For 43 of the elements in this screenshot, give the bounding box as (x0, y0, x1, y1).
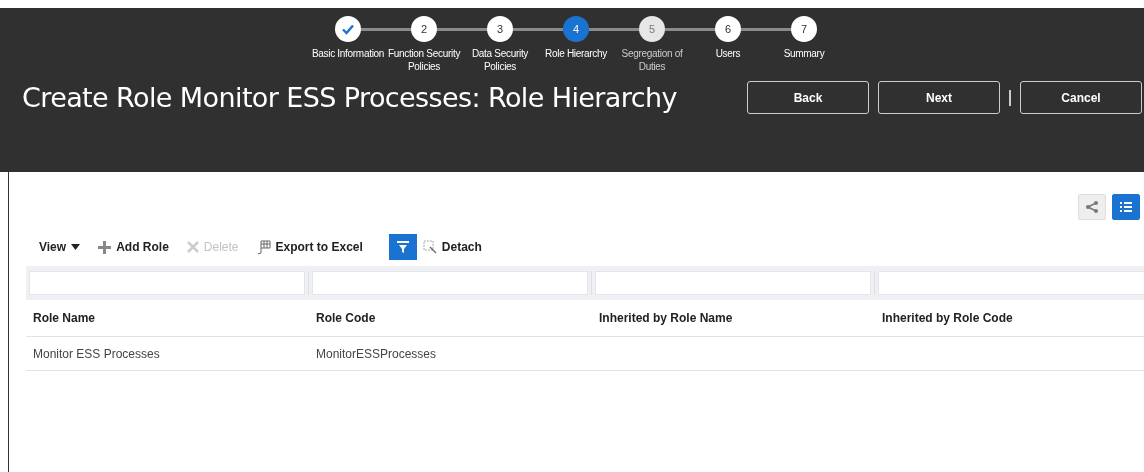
detach-icon (422, 240, 437, 254)
filter-field[interactable] (312, 271, 588, 295)
detach-button[interactable]: Detach (422, 240, 482, 254)
nav-button[interactable]: Back (747, 81, 869, 114)
spreadsheet-icon (256, 239, 271, 255)
caret-icon (71, 244, 81, 250)
hierarchy-icon (1085, 200, 1099, 214)
step-label: Users (715, 47, 741, 60)
step-marker[interactable] (335, 16, 361, 42)
column-header[interactable]: Inherited by Role Code (875, 311, 1144, 325)
step-marker[interactable]: 3 (487, 16, 513, 42)
step-label: Basic Information (311, 47, 385, 60)
table-cell: MonitorESSProcesses (316, 346, 437, 361)
table-cell: Monitor ESS Processes (33, 346, 160, 361)
step-label: Role Hierarchy (545, 47, 607, 60)
step-label: Summary (783, 47, 825, 60)
filter-icon (395, 240, 410, 254)
filter-field[interactable] (878, 271, 1144, 295)
x-icon (186, 241, 199, 253)
nav-button[interactable]: Next (878, 81, 1000, 114)
step-marker[interactable]: 6 (715, 16, 741, 42)
step-label: Function Security Policies (386, 47, 462, 73)
filter-toggle-button[interactable] (388, 234, 417, 260)
check-icon (341, 22, 355, 36)
step-label: Segregation of Duties (620, 47, 684, 73)
view-menu[interactable]: View (39, 240, 81, 254)
page-title: Create Role Monitor ESS Processes: Role Hierarchy (22, 82, 677, 113)
step-label: Data Security Policies (470, 47, 530, 73)
export-button[interactable]: Export to Excel (256, 239, 363, 255)
step-marker[interactable]: 2 (411, 16, 437, 42)
filter-field[interactable] (595, 271, 871, 295)
column-header[interactable]: Role Code (309, 311, 592, 325)
hierarchy-view-button[interactable] (1078, 194, 1106, 220)
list-icon (1119, 200, 1133, 214)
step-marker[interactable]: 7 (791, 16, 817, 42)
filter-field[interactable] (29, 271, 305, 295)
column-header[interactable]: Inherited by Role Name (592, 311, 875, 325)
nav-button[interactable]: Cancel (1020, 81, 1142, 114)
list-view-button[interactable] (1112, 194, 1140, 220)
plus-icon (98, 240, 112, 254)
column-header[interactable]: Role Name (26, 311, 309, 325)
add-button[interactable]: Add Role (98, 240, 169, 254)
step-marker[interactable]: 4 (563, 16, 589, 42)
